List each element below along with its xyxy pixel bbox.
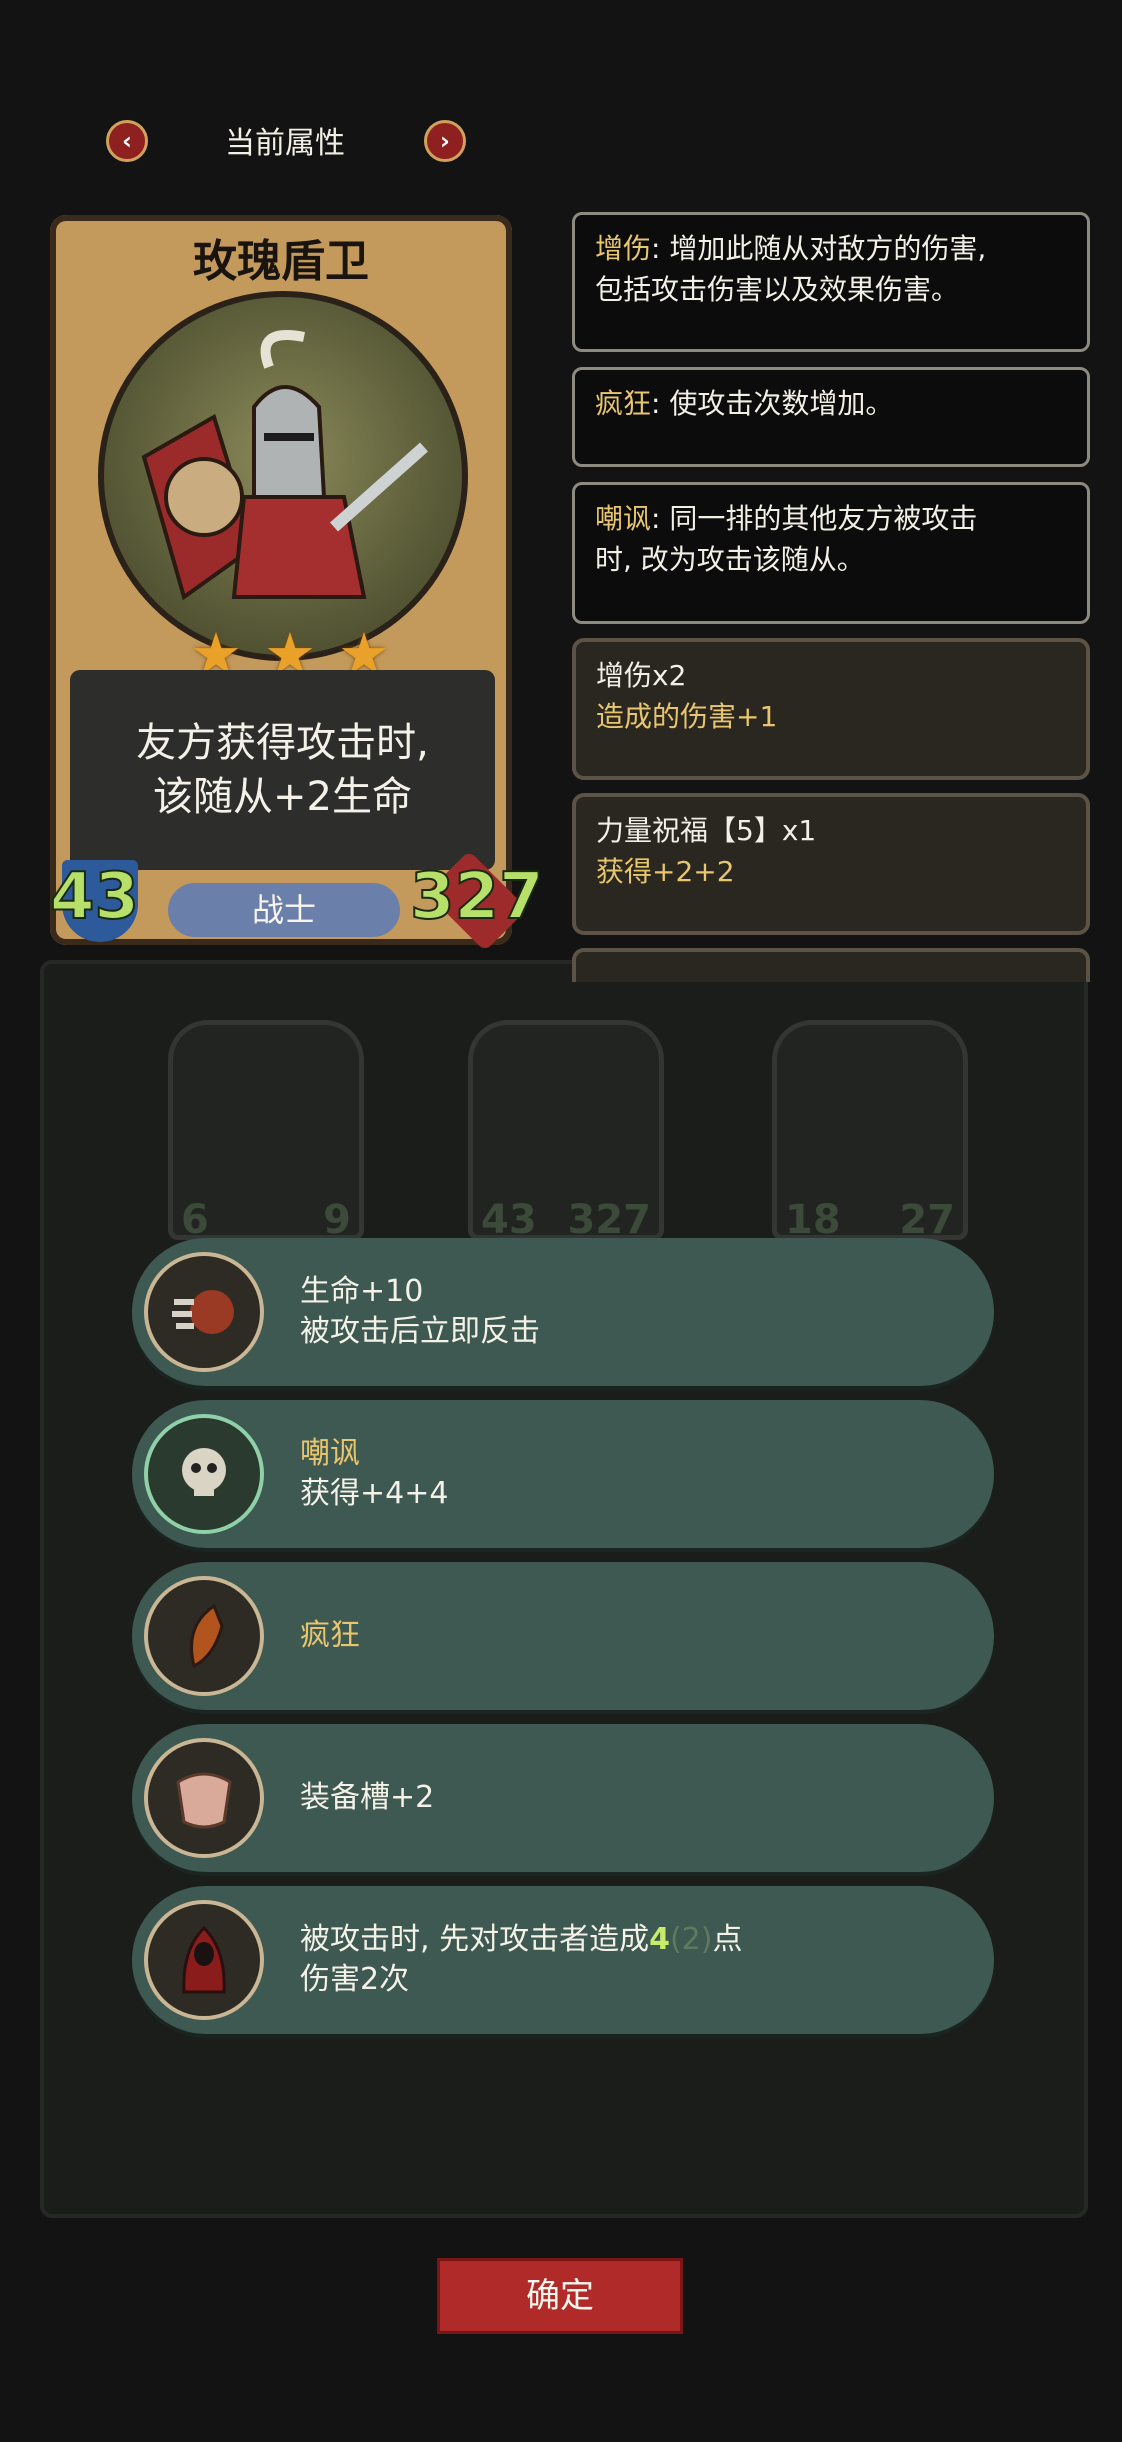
knight-portrait-icon: [141, 330, 428, 601]
effect-row[interactable]: 嘲讽 获得+4+4: [132, 1400, 994, 1548]
prev-button[interactable]: ‹: [106, 120, 148, 162]
effect-text: 疯狂: [300, 1562, 360, 1710]
keyword-text: : 增加此随从对敌方的伤害,: [651, 232, 987, 265]
board-minion-attack: 18: [785, 1197, 841, 1243]
board-minion-health: 9: [323, 1197, 351, 1243]
keyword-term: 增伤: [595, 232, 652, 265]
keyword-text: : 使攻击次数增加。: [651, 387, 894, 420]
buff-item: 增伤x2 造成的伤害+1: [572, 638, 1090, 780]
card-description: 友方获得攻击时, 该随从+2生命: [70, 670, 495, 870]
effect-text: 生命+10 被攻击后立即反击: [300, 1238, 540, 1386]
next-button[interactable]: ›: [424, 120, 466, 162]
board-minion-2[interactable]: 43 327: [468, 1020, 664, 1243]
effect-row[interactable]: 被攻击时, 先对攻击者造成4(2)点 伤害2次: [132, 1886, 994, 2034]
board-minion-attack: 43: [481, 1197, 537, 1243]
effect-line-suffix: 点: [712, 1921, 743, 1957]
buff-title: 力量祝福【5】x1: [596, 814, 817, 847]
board-minion-health: 27: [899, 1197, 955, 1243]
effect-line: 生命+10: [300, 1273, 424, 1309]
board-minion-3[interactable]: 18 27: [772, 1020, 968, 1243]
keyword-term: 疯狂: [595, 387, 652, 420]
effect-text: 被攻击时, 先对攻击者造成4(2)点 伤害2次: [300, 1886, 742, 2034]
keyword-panel-frenzy: 疯狂: 使攻击次数增加。: [572, 367, 1090, 467]
effect-line: 被攻击后立即反击: [300, 1314, 540, 1349]
minion-card: 玫瑰盾卫 ★ ★ ★ 友方获得攻击时, 该随从+2生命: [50, 215, 512, 945]
horn-icon: [144, 1576, 264, 1696]
board-minion-attack: 6: [181, 1197, 209, 1243]
skull-icon: [144, 1414, 264, 1534]
card-name: 玫瑰盾卫: [193, 236, 369, 287]
fist-icon: [144, 1252, 264, 1372]
card-health: 327: [409, 859, 545, 935]
board-minion-1[interactable]: 6 9: [168, 1020, 364, 1243]
page-title: 当前属性: [225, 126, 345, 161]
effect-line: 疯狂: [300, 1617, 360, 1653]
effect-line: 被攻击时, 先对攻击者造成4(2)点: [300, 1920, 742, 1961]
effect-row[interactable]: 生命+10 被攻击后立即反击: [132, 1238, 994, 1386]
keyword-text: : 同一排的其他友方被攻击: [651, 502, 978, 535]
card-description-line: 该随从+2生命: [153, 774, 412, 820]
card-description-line: 友方获得攻击时,: [136, 720, 429, 766]
buff-item: 力量祝福【5】x1 获得+2+2: [572, 793, 1090, 935]
cloak-icon: [144, 1900, 264, 2020]
buff-item-partial: [572, 948, 1090, 982]
effect-line: 伤害2次: [300, 1962, 410, 1997]
card-portrait: [98, 291, 468, 661]
buff-title: 增伤x2: [596, 659, 687, 692]
buff-subtitle: 获得+2+2: [596, 854, 735, 888]
keyword-text: 包括攻击伤害以及效果伤害。: [595, 272, 960, 306]
board-minion-health: 327: [567, 1197, 652, 1243]
effect-text: 装备槽+2: [300, 1724, 434, 1872]
chevron-right-icon: ›: [440, 127, 450, 155]
keyword-term: 嘲讽: [595, 502, 652, 535]
confirm-button[interactable]: 确定: [437, 2258, 683, 2334]
effect-damage-value: 4: [649, 1921, 670, 1957]
keyword-panel-damage: 增伤: 增加此随从对敌方的伤害, 包括攻击伤害以及效果伤害。: [572, 212, 1090, 352]
effect-row[interactable]: 疯狂: [132, 1562, 994, 1710]
armor-icon: [144, 1738, 264, 1858]
effect-text: 嘲讽 获得+4+4: [300, 1400, 448, 1548]
effect-line: 获得+4+4: [300, 1476, 449, 1511]
buff-subtitle: 造成的伤害+1: [596, 699, 778, 733]
effect-line: 装备槽+2: [300, 1779, 435, 1815]
keyword-text: 时, 改为攻击该随从。: [595, 542, 865, 576]
class-badge: 战士: [168, 883, 400, 937]
effect-line-prefix: 被攻击时, 先对攻击者造成: [300, 1921, 650, 1957]
chevron-left-icon: ‹: [122, 127, 132, 155]
effect-row[interactable]: 装备槽+2: [132, 1724, 994, 1872]
effect-base-value: (2): [669, 1921, 713, 1957]
keyword-panel-taunt: 嘲讽: 同一排的其他友方被攻击 时, 改为攻击该随从。: [572, 482, 1090, 624]
effect-line: 嘲讽: [300, 1435, 360, 1471]
card-attack: 43: [49, 859, 140, 935]
